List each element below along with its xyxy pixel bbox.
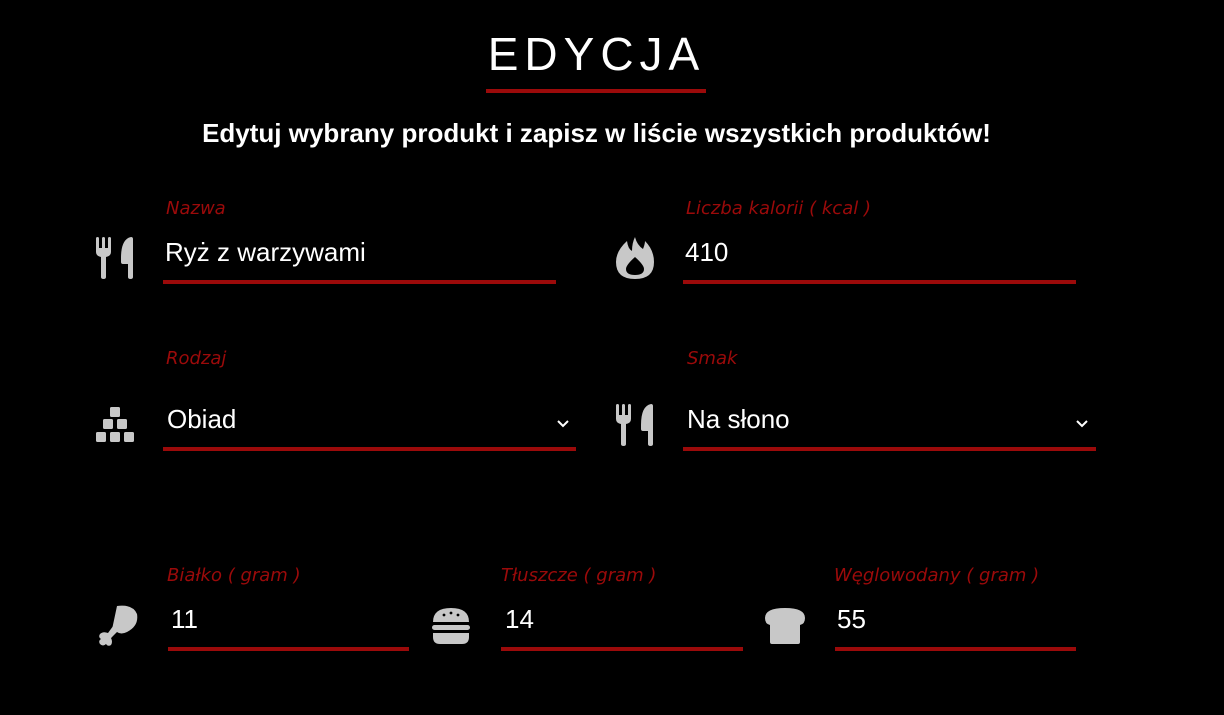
fat-label: Tłuszcze ( gram )	[501, 565, 657, 586]
type-select[interactable]: Obiad	[167, 403, 236, 435]
fat-input-underline	[501, 647, 743, 651]
protein-input-underline	[168, 647, 409, 651]
taste-select[interactable]: Na słono	[687, 403, 790, 435]
carbs-input-underline	[835, 647, 1076, 651]
name-label: Nazwa	[166, 198, 226, 219]
type-label: Rodzaj	[166, 348, 227, 369]
carbs-input[interactable]: 55	[837, 603, 866, 635]
taste-label: Smak	[687, 348, 738, 369]
protein-input[interactable]: 11	[171, 603, 198, 635]
fire-icon	[616, 237, 654, 279]
taste-select-underline	[683, 447, 1096, 451]
drumstick-icon	[99, 605, 138, 646]
name-input[interactable]: Ryż z warzywami	[165, 236, 366, 268]
page-title: EDYCJA	[487, 28, 706, 80]
title-underline	[486, 89, 706, 93]
type-select-underline	[163, 447, 576, 451]
hamburger-icon	[432, 608, 470, 644]
protein-label: Białko ( gram )	[167, 565, 301, 586]
name-input-underline	[163, 280, 556, 284]
cubes-icon	[96, 407, 134, 442]
calories-input-underline	[683, 280, 1076, 284]
edit-product-page: EDYCJA Edytuj wybrany produkt i zapisz w…	[0, 0, 1224, 715]
carbs-label: Węglowodany ( gram )	[834, 565, 1040, 586]
utensils-icon	[616, 404, 653, 446]
utensils-icon	[96, 237, 133, 279]
calories-label: Liczba kalorii ( kcal )	[686, 198, 871, 219]
page-subtitle: Edytuj wybrany produkt i zapisz w liście…	[202, 118, 991, 148]
fat-input[interactable]: 14	[505, 603, 534, 635]
chevron-down-icon[interactable]	[1074, 415, 1090, 431]
bread-icon	[765, 608, 805, 644]
chevron-down-icon[interactable]	[555, 415, 571, 431]
calories-input[interactable]: 410	[685, 236, 728, 268]
